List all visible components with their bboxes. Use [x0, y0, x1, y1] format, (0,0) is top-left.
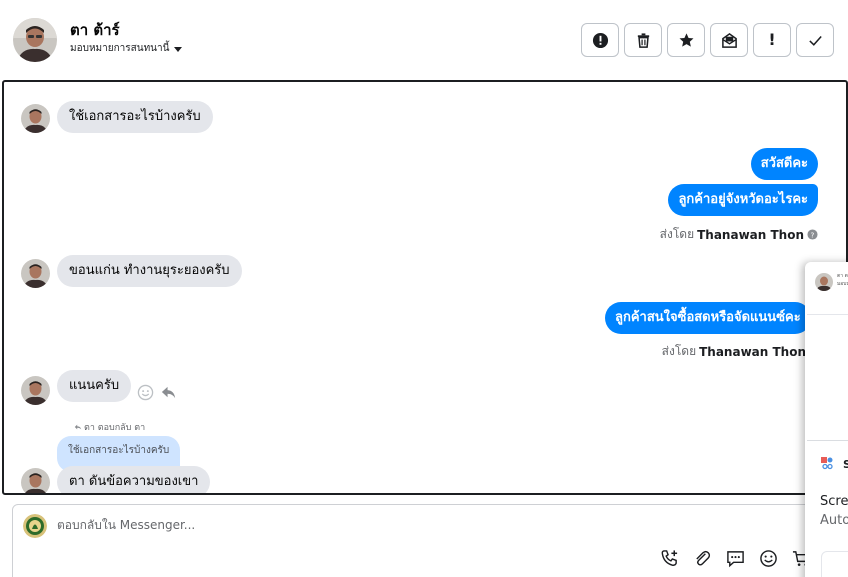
- assign-label: มอบหมายการสนทนานี้: [70, 43, 170, 54]
- divider: [807, 314, 848, 315]
- star-icon: [679, 32, 693, 47]
- assign-conversation-dropdown[interactable]: มอบหมายการสนทนานี้: [70, 41, 183, 56]
- mark-spam-button[interactable]: [581, 23, 619, 57]
- envelope-open-icon: [721, 32, 737, 48]
- reply-icon[interactable]: [160, 384, 177, 401]
- done-button[interactable]: [796, 23, 834, 57]
- side-panel-line-1: Scre: [820, 494, 848, 509]
- contact-avatar-tiny: [815, 273, 833, 291]
- composer-toolbar: [659, 548, 812, 569]
- star-button[interactable]: [667, 23, 705, 57]
- mark-unread-button[interactable]: [710, 23, 748, 57]
- incoming-message[interactable]: ขอนแก่น ทำงานยุระยองครับ: [57, 255, 242, 287]
- side-panel-line-2: Auto: [820, 513, 848, 528]
- react-emoji-icon[interactable]: [137, 384, 154, 401]
- sent-by-label: ส่งโดย Thanawan Thon ?: [660, 225, 818, 244]
- side-panel-title: ตา ต: [837, 273, 848, 279]
- trash-icon: [637, 32, 649, 48]
- reply-label-text: ตา ตอบกลับ ตา: [84, 423, 146, 433]
- message-thread[interactable]: ใช้เอกสารอะไรบ้างครับ สวัสดีคะ ลูกค้าอยู…: [2, 80, 848, 495]
- header-action-bar: !: [581, 23, 834, 57]
- delete-button[interactable]: [624, 23, 662, 57]
- exclamation-icon: !: [768, 30, 776, 49]
- call-add-icon[interactable]: [659, 548, 680, 569]
- outgoing-message[interactable]: สวัสดีคะ: [750, 148, 818, 180]
- contact-avatar[interactable]: [13, 18, 57, 62]
- conversation-header: ตา ต้าร์ มอบหมายการสนทนานี้ !: [0, 0, 848, 80]
- contact-avatar-small: [21, 104, 50, 133]
- page-logo: [23, 514, 47, 538]
- emoji-icon[interactable]: [758, 548, 779, 569]
- message-hover-tools: [137, 384, 177, 401]
- saved-reply-icon[interactable]: [725, 548, 746, 569]
- follow-up-button[interactable]: !: [753, 23, 791, 57]
- sent-by-agent: Thanawan Thon: [697, 227, 804, 242]
- incoming-message[interactable]: แนนครับ: [57, 370, 132, 402]
- sent-by-prefix: ส่งโดย: [659, 227, 695, 241]
- side-panel-section-label: S: [843, 458, 848, 471]
- contact-avatar-small: [21, 468, 50, 493]
- reply-composer: [12, 504, 848, 577]
- sent-by-label: ส่งโดย Thanawan Thon: [662, 342, 806, 361]
- incoming-message[interactable]: ใช้เอกสารอะไรบ้างครับ: [57, 101, 213, 133]
- contact-avatar-small: [21, 376, 50, 405]
- contact-side-panel: ตา ต มอบห S Scre Auto: [805, 262, 848, 577]
- side-panel-card[interactable]: [821, 551, 848, 577]
- alert-circle-icon: [592, 32, 608, 48]
- incoming-message[interactable]: ตา ดันข้อความของเขา: [57, 466, 211, 493]
- side-panel-subtitle: มอบห: [837, 281, 848, 287]
- check-icon: [808, 35, 822, 46]
- reply-context-label: ตา ตอบกลับ ตา: [74, 420, 145, 434]
- sent-by-prefix: ส่งโดย: [661, 344, 697, 358]
- caret-down-icon: [174, 46, 183, 52]
- help-circle-icon[interactable]: ?: [807, 229, 818, 240]
- svg-text:?: ?: [811, 230, 815, 239]
- outgoing-message[interactable]: ลูกค้าอยู่จังหวัดอะไรคะ: [668, 184, 818, 216]
- outgoing-message[interactable]: ลูกค้าสนใจซื้อสดหรือจัดแนนซ์คะ: [605, 302, 811, 334]
- divider: [807, 440, 848, 441]
- sent-by-agent: Thanawan Thon: [699, 344, 806, 359]
- attachment-icon[interactable]: [692, 548, 713, 569]
- reply-input[interactable]: [57, 518, 657, 532]
- contact-name: ตา ต้าร์: [70, 21, 120, 39]
- contact-avatar-small: [21, 259, 50, 288]
- inbox-conversation-view: ตา ต้าร์ มอบหมายการสนทนานี้ ! ใช้เอกสารอ…: [0, 0, 848, 577]
- reply-small-icon: [74, 424, 82, 430]
- scissors-icon: [821, 457, 833, 470]
